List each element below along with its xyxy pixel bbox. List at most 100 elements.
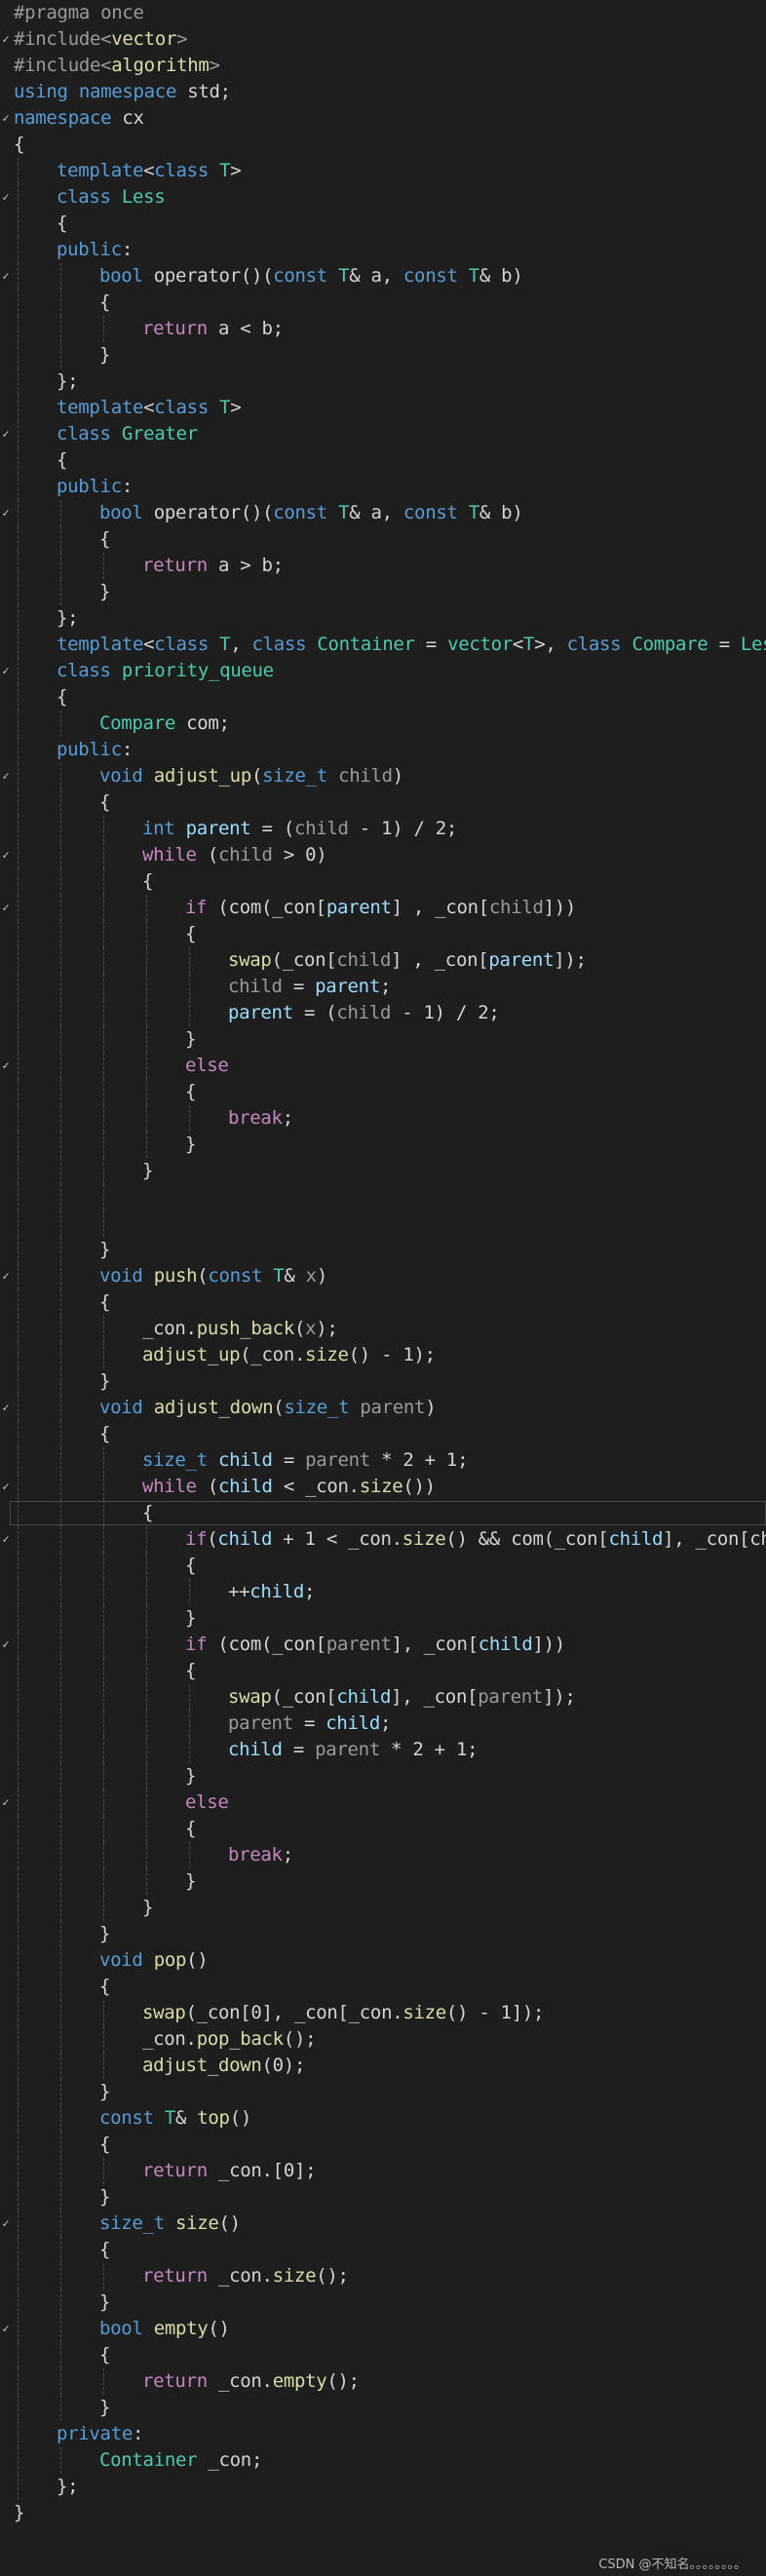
code-line[interactable]: Container _con; — [0, 2447, 766, 2474]
code-line[interactable]: ✓ if (com(_con[parent] , _con[child])) — [0, 895, 766, 921]
code-line[interactable]: ✓ void adjust_down(size_t parent) — [0, 1395, 766, 1421]
code-line[interactable]: using namespace std; — [0, 79, 766, 105]
code-line[interactable]: { — [0, 1816, 766, 1842]
code-line[interactable]: }; — [0, 2474, 766, 2500]
code-line[interactable]: private: — [0, 2421, 766, 2447]
code-line[interactable]: swap(_con[child], _con[parent]); — [0, 1684, 766, 1711]
code-line[interactable]: { — [0, 1421, 766, 1447]
fold-check-icon[interactable]: ✓ — [0, 895, 12, 921]
code-line[interactable]: parent = child; — [0, 1711, 766, 1737]
code-line[interactable]: ✓ bool operator()(const T& a, const T& b) — [0, 263, 766, 289]
code-line[interactable]: parent = (child - 1) / 2; — [0, 1000, 766, 1026]
fold-check-icon[interactable]: ✓ — [0, 763, 12, 789]
code-line[interactable]: } — [0, 1026, 766, 1053]
code-line[interactable]: public: — [0, 474, 766, 500]
code-line[interactable]: } — [0, 579, 766, 605]
code-line[interactable]: { — [0, 132, 766, 158]
code-line[interactable]: { — [0, 211, 766, 237]
code-line[interactable]: #pragma once — [0, 0, 766, 26]
code-line[interactable]: template<class T> — [0, 395, 766, 421]
code-line[interactable]: { — [0, 2132, 766, 2158]
fold-check-icon[interactable]: ✓ — [0, 842, 12, 868]
code-line[interactable]: ++child; — [0, 1579, 766, 1605]
code-line[interactable]: } — [0, 2500, 766, 2526]
fold-check-icon[interactable]: ✓ — [0, 1632, 12, 1658]
code-line[interactable]: Compare com; — [0, 711, 766, 737]
code-line[interactable]: ✓ bool empty() — [0, 2316, 766, 2342]
code-line[interactable]: _con.pop_back(); — [0, 2026, 766, 2053]
code-line[interactable]: } — [0, 2184, 766, 2211]
code-line[interactable]: { — [0, 921, 766, 947]
code-line[interactable]: child = parent; — [0, 974, 766, 1000]
code-line[interactable]: } — [0, 1763, 766, 1789]
code-line[interactable]: ✓ bool operator()(const T& a, const T& b) — [0, 500, 766, 526]
code-line[interactable]: ✓ while (child < _con.size()) — [0, 1474, 766, 1500]
code-line[interactable]: } — [0, 1605, 766, 1632]
code-line[interactable]: adjust_down(0); — [0, 2053, 766, 2079]
code-line[interactable]: } — [0, 2395, 766, 2421]
code-line[interactable]: ✓ class priority_queue — [0, 658, 766, 684]
code-line[interactable]: } — [0, 1868, 766, 1895]
code-line[interactable]: } — [0, 1895, 766, 1921]
code-line[interactable]: { — [0, 1974, 766, 2000]
code-line[interactable]: template<class T, class Container = vect… — [0, 632, 766, 658]
code-line[interactable]: child = parent * 2 + 1; — [0, 1737, 766, 1763]
fold-check-icon[interactable]: ✓ — [0, 1526, 12, 1553]
code-line[interactable]: }; — [0, 605, 766, 632]
fold-check-icon[interactable]: ✓ — [0, 184, 12, 211]
code-line[interactable]: { — [0, 526, 766, 553]
code-line[interactable]: ✓ void adjust_up(size_t child) — [0, 763, 766, 789]
code-line[interactable]: return _con.size(); — [0, 2263, 766, 2289]
code-line[interactable]: public: — [0, 237, 766, 263]
code-line[interactable]: int parent = (child - 1) / 2; — [0, 816, 766, 842]
code-line[interactable]: { — [0, 2342, 766, 2368]
code-line[interactable]: { — [0, 447, 766, 474]
code-line[interactable]: } — [0, 1237, 766, 1263]
code-line[interactable]: }; — [0, 368, 766, 395]
code-line[interactable]: ✓ else — [0, 1789, 766, 1816]
fold-check-icon[interactable]: ✓ — [0, 1263, 12, 1289]
fold-check-icon[interactable]: ✓ — [0, 26, 12, 53]
code-line[interactable]: { — [0, 2237, 766, 2263]
fold-check-icon[interactable]: ✓ — [0, 421, 12, 447]
code-line[interactable]: } — [0, 1368, 766, 1395]
code-line[interactable]: ✓ #include<vector> — [0, 26, 766, 53]
code-line[interactable]: return a > b; — [0, 553, 766, 579]
fold-check-icon[interactable]: ✓ — [0, 2211, 12, 2237]
code-line[interactable]: { — [0, 1658, 766, 1684]
code-line[interactable]: template<class T> — [0, 158, 766, 184]
code-line[interactable]: public: — [0, 737, 766, 763]
code-line[interactable]: ✓ size_t size() — [0, 2211, 766, 2237]
code-line[interactable]: { — [0, 868, 766, 895]
code-line[interactable]: return a < b; — [0, 316, 766, 342]
code-line[interactable]: void pop() — [0, 1947, 766, 1974]
fold-check-icon[interactable]: ✓ — [0, 658, 12, 684]
fold-check-icon[interactable]: ✓ — [0, 263, 12, 289]
code-line[interactable]: ✓ namespace cx — [0, 105, 766, 132]
fold-check-icon[interactable]: ✓ — [0, 1395, 12, 1421]
code-line[interactable]: return _con.[0]; — [0, 2158, 766, 2184]
fold-check-icon[interactable]: ✓ — [0, 500, 12, 526]
code-line[interactable]: } — [0, 342, 766, 368]
code-line[interactable]: const T& top() — [0, 2105, 766, 2132]
code-line[interactable]: { — [0, 1289, 766, 1316]
code-line[interactable]: ✓ else — [0, 1053, 766, 1079]
code-line[interactable]: } — [0, 2079, 766, 2105]
code-line[interactable]: { — [0, 684, 766, 711]
code-editor[interactable]: #pragma once ✓ #include<vector> #include<al… — [0, 0, 766, 2534]
code-line[interactable]: swap(_con[child] , _con[parent]); — [0, 947, 766, 974]
code-line[interactable]: break; — [0, 1842, 766, 1868]
code-line[interactable]: size_t child = parent * 2 + 1; — [0, 1447, 766, 1474]
code-line[interactable]: { — [0, 789, 766, 816]
code-line[interactable]: adjust_up(_con.size() - 1); — [0, 1342, 766, 1368]
code-line[interactable]: ✓ while (child > 0) — [0, 842, 766, 868]
code-line[interactable]: } — [0, 1921, 766, 1947]
code-line[interactable]: { — [0, 1500, 766, 1526]
code-line[interactable]: swap(_con[0], _con[_con.size() - 1]); — [0, 2000, 766, 2026]
fold-check-icon[interactable]: ✓ — [0, 1789, 12, 1816]
code-line[interactable]: return _con.empty(); — [0, 2368, 766, 2395]
fold-check-icon[interactable]: ✓ — [0, 105, 12, 132]
code-line[interactable]: ✓ class Greater — [0, 421, 766, 447]
code-line[interactable]: #include<algorithm> — [0, 53, 766, 79]
code-line[interactable]: ✓ if (com(_con[parent], _con[child])) — [0, 1632, 766, 1658]
